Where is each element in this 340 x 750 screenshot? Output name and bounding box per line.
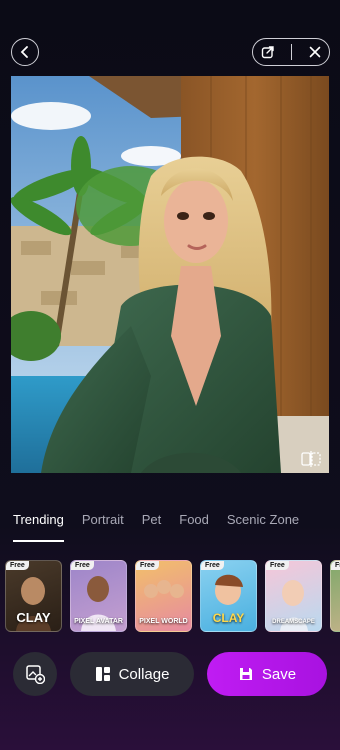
bottom-action-bar: Collage Save (0, 652, 340, 696)
free-badge: Free (71, 561, 94, 570)
save-icon (239, 668, 252, 680)
top-right-actions (252, 38, 330, 66)
free-badge: Free (6, 561, 29, 570)
compare-icon (301, 451, 321, 467)
portrait-illustration (11, 76, 329, 473)
save-label: Save (261, 665, 297, 683)
style-thumbnail-list: Free CLAY Free PIXEL AVATAR Free PIXEL W… (5, 560, 340, 632)
close-button[interactable] (309, 46, 321, 58)
style-thumbnail[interactable]: Free DREAMSCAPE (265, 560, 322, 632)
style-thumbnail[interactable]: Free PIXEL AVATAR (70, 560, 127, 632)
category-tabs: Trending Portrait Pet Food Scenic Zone (13, 512, 340, 544)
style-title: PIXEL WORLD (139, 618, 188, 625)
collage-label: Collage (118, 665, 170, 683)
style-thumbnail[interactable]: Free CLAY (200, 560, 257, 632)
share-button[interactable] (261, 45, 275, 59)
style-title: DREAMSCAPE (272, 619, 315, 625)
add-image-icon (26, 665, 45, 684)
tab-scenic-zone[interactable]: Scenic Zone (227, 512, 299, 544)
compare-button[interactable] (301, 451, 321, 467)
style-title: CLAY (16, 610, 51, 625)
style-thumbnail[interactable]: Free PIXEL WORLD (135, 560, 192, 632)
share-icon (261, 46, 274, 59)
close-icon (309, 46, 321, 58)
add-image-button[interactable] (13, 652, 57, 696)
style-thumbnail[interactable]: Free (330, 560, 340, 632)
free-badge: Free (266, 561, 289, 570)
back-button[interactable] (11, 38, 39, 66)
tab-trending[interactable]: Trending (13, 512, 64, 544)
free-badge: Free (136, 561, 159, 570)
tab-food[interactable]: Food (179, 512, 209, 544)
style-title: CLAY (212, 611, 245, 625)
free-badge: Free (201, 561, 224, 570)
divider (291, 44, 293, 60)
free-badge: Free (331, 561, 340, 570)
chevron-left-icon (20, 46, 28, 58)
collage-icon (95, 667, 110, 681)
generated-image[interactable] (11, 76, 329, 473)
tab-portrait[interactable]: Portrait (82, 512, 124, 544)
style-title: PIXEL AVATAR (74, 618, 123, 625)
collage-button[interactable]: Collage (70, 652, 194, 696)
style-thumbnail[interactable]: Free CLAY (5, 560, 62, 632)
tab-pet[interactable]: Pet (142, 512, 162, 544)
save-button[interactable]: Save (207, 652, 327, 696)
